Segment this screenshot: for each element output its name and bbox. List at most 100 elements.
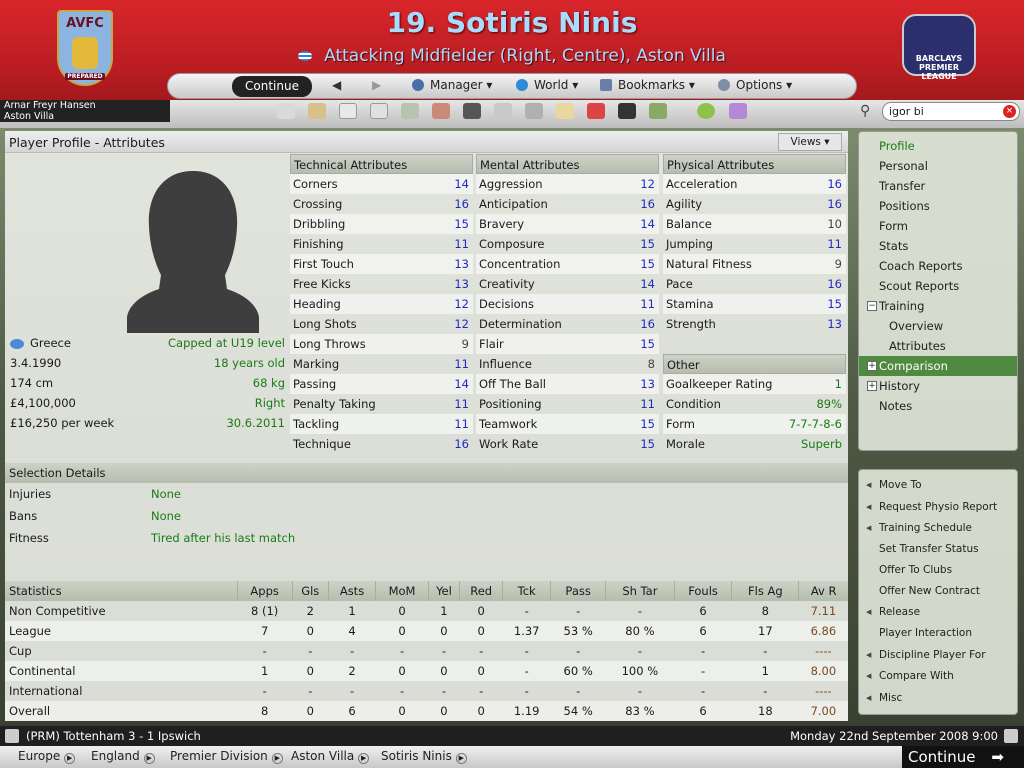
attribute-row-determination[interactable]: Determination 16 (476, 314, 659, 334)
breadcrumb-england[interactable]: England ▶ (91, 749, 155, 764)
squad-icon[interactable] (339, 103, 357, 119)
attribute-row-pace[interactable]: Pace 16 (663, 274, 846, 294)
sidebar-item-personal[interactable]: Personal (859, 156, 1017, 176)
attribute-row-creativity[interactable]: Creativity 14 (476, 274, 659, 294)
action-offer-new-contract[interactable]: Offer New Contract (859, 581, 1017, 601)
stats-header-av-r[interactable]: Av R (798, 581, 848, 601)
stats-header-tck[interactable]: Tck (502, 581, 551, 601)
stats-header-red[interactable]: Red (459, 581, 503, 601)
attribute-row-anticipation[interactable]: Anticipation 16 (476, 194, 659, 214)
sidebar-item-attributes[interactable]: Attributes (859, 336, 1017, 356)
attribute-row-natural-fitness[interactable]: Natural Fitness 9 (663, 254, 846, 274)
sidebar-item-comparison[interactable]: + Comparison (859, 356, 1017, 376)
table-row[interactable]: Overall 8 0 6 0 0 0 1.19 54 % 83 % 6 18 7.00 (5, 701, 848, 721)
action-request-physio-report[interactable]: ◀ Request Physio Report (859, 497, 1017, 517)
attribute-row-aggression[interactable]: Aggression 12 (476, 174, 659, 194)
calendar-icon[interactable] (1004, 729, 1018, 743)
attribute-row-free-kicks[interactable]: Free Kicks 13 (290, 274, 473, 294)
expand-icon[interactable]: + (867, 381, 877, 391)
attribute-row-corners[interactable]: Corners 14 (290, 174, 473, 194)
attribute-row-first-touch[interactable]: First Touch 13 (290, 254, 473, 274)
stats-header-fouls[interactable]: Fouls (673, 581, 732, 601)
attribute-row-form[interactable]: Form 7-7-7-8-6 (663, 414, 846, 434)
sidebar-item-coach-reports[interactable]: Coach Reports (859, 256, 1017, 276)
match-icon[interactable] (618, 103, 636, 119)
attribute-row-heading[interactable]: Heading 12 (290, 294, 473, 314)
action-release[interactable]: ◀ Release (859, 602, 1017, 622)
sidebar-item-scout-reports[interactable]: Scout Reports (859, 276, 1017, 296)
menu-bookmarks[interactable]: Bookmarks ▾ (600, 78, 695, 92)
table-row[interactable]: Non Competitive 8 (1) 2 1 0 1 0 - - - 6 8 7.11 (5, 601, 848, 621)
question-icon[interactable] (729, 103, 747, 119)
stats-header-statistics[interactable]: Statistics (5, 581, 237, 601)
action-move-to[interactable]: ◀ Move To (859, 475, 1017, 495)
home-icon[interactable] (277, 103, 295, 119)
attribute-row-influence[interactable]: Influence 8 (476, 354, 659, 374)
search-input[interactable]: igor bi (882, 102, 1020, 121)
collapse-icon[interactable]: − (867, 301, 877, 311)
sidebar-item-positions[interactable]: Positions (859, 196, 1017, 216)
attribute-row-positioning[interactable]: Positioning 11 (476, 394, 659, 414)
attribute-row-long-throws[interactable]: Long Throws 9 (290, 334, 473, 354)
sidebar-item-notes[interactable]: Notes (859, 396, 1017, 416)
attribute-row-dribbling[interactable]: Dribbling 15 (290, 214, 473, 234)
table-row[interactable]: League 7 0 4 0 0 0 1.37 53 % 80 % 6 17 6.86 (5, 621, 848, 641)
sidebar-item-transfer[interactable]: Transfer (859, 176, 1017, 196)
trophy-icon[interactable] (494, 103, 512, 119)
views-button[interactable]: Views ▾ (778, 133, 842, 151)
attribute-row-composure[interactable]: Composure 15 (476, 234, 659, 254)
stats-header-fls-ag[interactable]: Fls Ag (731, 581, 799, 601)
attribute-row-morale[interactable]: Morale Superb (663, 434, 846, 454)
expand-icon[interactable]: + (867, 361, 877, 371)
inbox-icon[interactable] (308, 103, 326, 119)
attribute-row-balance[interactable]: Balance 10 (663, 214, 846, 234)
tactics-icon[interactable] (463, 103, 481, 119)
attribute-row-acceleration[interactable]: Acceleration 16 (663, 174, 846, 194)
attribute-row-tackling[interactable]: Tackling 11 (290, 414, 473, 434)
clear-search-icon[interactable]: × (1003, 105, 1016, 118)
attribute-row-condition[interactable]: Condition 89% (663, 394, 846, 414)
sidebar-item-history[interactable]: + History (859, 376, 1017, 396)
stats-header-pass[interactable]: Pass (550, 581, 606, 601)
attribute-row-work-rate[interactable]: Work Rate 15 (476, 434, 659, 454)
attribute-row-stamina[interactable]: Stamina 15 (663, 294, 846, 314)
attribute-row-marking[interactable]: Marking 11 (290, 354, 473, 374)
attribute-row-passing[interactable]: Passing 14 (290, 374, 473, 394)
attribute-row-long-shots[interactable]: Long Shots 12 (290, 314, 473, 334)
staff-icon[interactable] (401, 103, 419, 119)
attribute-row-goalkeeper-rating[interactable]: Goalkeeper Rating 1 (663, 374, 846, 394)
action-compare-with[interactable]: ◀ Compare With (859, 666, 1017, 686)
news-icon[interactable] (5, 729, 19, 743)
transfers-icon[interactable] (432, 103, 450, 119)
sidebar-item-training[interactable]: − Training (859, 296, 1017, 316)
forward-arrow-icon[interactable]: ▶ (372, 78, 381, 92)
breadcrumb-club[interactable]: Aston Villa ▶ (291, 749, 370, 764)
scouting-icon[interactable] (525, 103, 543, 119)
action-training-schedule[interactable]: ◀ Training Schedule (859, 518, 1017, 538)
sidebar-item-overview[interactable]: Overview (859, 316, 1017, 336)
attribute-row-technique[interactable]: Technique 16 (290, 434, 473, 454)
attribute-row-crossing[interactable]: Crossing 16 (290, 194, 473, 214)
attribute-row-concentration[interactable]: Concentration 15 (476, 254, 659, 274)
stats-header-apps[interactable]: Apps (236, 581, 293, 601)
attribute-row-penalty-taking[interactable]: Penalty Taking 11 (290, 394, 473, 414)
continue-button[interactable]: Continue ➡ (902, 746, 1024, 768)
continue-button-top[interactable]: Continue (232, 76, 312, 97)
attribute-row-decisions[interactable]: Decisions 11 (476, 294, 659, 314)
finance-icon[interactable] (587, 103, 605, 119)
manager-info[interactable]: Arnar Freyr Hansen Aston Villa (0, 100, 170, 122)
attribute-row-agility[interactable]: Agility 16 (663, 194, 846, 214)
action-misc[interactable]: ◀ Misc (859, 688, 1017, 708)
attribute-row-off-the-ball[interactable]: Off The Ball 13 (476, 374, 659, 394)
money-icon[interactable] (649, 103, 667, 119)
menu-manager[interactable]: Manager ▾ (412, 78, 492, 92)
action-player-interaction[interactable]: Player Interaction (859, 623, 1017, 643)
latest-news[interactable]: (PRM) Tottenham 3 - 1 Ipswich (26, 726, 201, 746)
action-offer-to-clubs[interactable]: Offer To Clubs (859, 560, 1017, 580)
stats-header-sh-tar[interactable]: Sh Tar (605, 581, 675, 601)
menu-options[interactable]: Options ▾ (718, 78, 792, 92)
attribute-row-jumping[interactable]: Jumping 11 (663, 234, 846, 254)
back-arrow-icon[interactable]: ◀ (332, 78, 341, 92)
attribute-row-finishing[interactable]: Finishing 11 (290, 234, 473, 254)
breadcrumb-player[interactable]: Sotiris Ninis ▶ (381, 749, 467, 764)
